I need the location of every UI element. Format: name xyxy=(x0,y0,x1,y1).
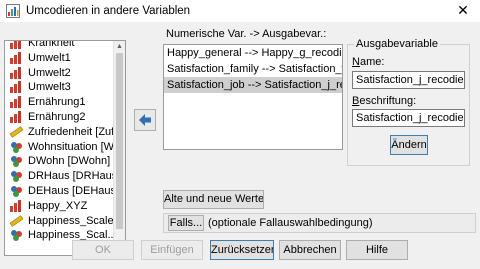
help-button[interactable]: Hilfe xyxy=(346,240,408,260)
scale-icon xyxy=(9,96,24,109)
label-label: Beschriftung: xyxy=(352,95,417,107)
variable-label: Umwelt2 xyxy=(28,66,71,79)
scale-icon xyxy=(9,41,24,49)
variable-list-item[interactable]: Krankheit xyxy=(5,40,114,51)
arrow-left-icon xyxy=(139,114,151,126)
scrollbar-thumb[interactable] xyxy=(116,53,123,229)
scale-icon xyxy=(9,51,24,64)
variable-list-item[interactable]: Happiness_Scale xyxy=(5,214,114,229)
window-title: Umcodieren in andere Variablen xyxy=(26,5,191,17)
ok-button[interactable]: OK xyxy=(72,240,134,260)
variable-list-scrollbar[interactable]: ▲ ▼ xyxy=(113,41,125,255)
variable-list-item[interactable]: DRHaus [DRHaus] xyxy=(5,169,114,184)
if-condition-group: Falls... (optionale Fallauswahlbedingung… xyxy=(163,213,476,233)
mapping-item[interactable]: Satisfaction_job --> Satisfaction_j_reco… xyxy=(164,77,342,93)
output-variable-group: Ausgabevariable Name: Satisfaction_j_rec… xyxy=(347,38,470,166)
output-variable-legend: Ausgabevariable xyxy=(354,38,440,50)
nominal-icon xyxy=(9,185,24,197)
variable-label: Krankheit xyxy=(28,40,75,49)
ruler-icon xyxy=(9,125,24,138)
reset-button[interactable]: Zurücksetzen xyxy=(210,240,274,260)
variable-label: DRHaus [DRHaus] xyxy=(28,170,114,183)
variable-label: Ernährung1 xyxy=(28,96,86,109)
variable-list-item[interactable]: Ernährung2 xyxy=(5,110,114,125)
variable-list-item[interactable]: Umwelt2 xyxy=(5,66,114,81)
nominal-icon xyxy=(9,155,24,168)
mapping-list-header: Numerische Var. -> Ausgabevar.: xyxy=(166,28,327,40)
nominal-icon xyxy=(9,229,24,242)
variable-label: Happiness_Scale xyxy=(28,214,114,227)
scroll-up-icon[interactable]: ▲ xyxy=(114,41,125,52)
variable-label: DEHaus [DEHaus] xyxy=(28,184,114,197)
label-label-rest: eschriftung: xyxy=(359,95,417,107)
paste-button[interactable]: Einfügen xyxy=(141,240,203,260)
cancel-button[interactable]: Abbrechen xyxy=(279,240,341,260)
variable-label: Zufriedenheit [Zuf... xyxy=(28,125,114,138)
name-label-rest: ame: xyxy=(359,56,385,68)
mapping-list[interactable]: Happy_general --> Happy_g_recodiert Sati… xyxy=(163,44,343,150)
move-variable-button[interactable] xyxy=(134,109,156,131)
name-field[interactable]: Satisfaction_j_recodiert xyxy=(352,71,465,89)
scale-icon xyxy=(9,199,24,212)
variable-list-items: Krankheit Umwelt1 Umwelt2 Umwelt3 Ernährung1… xyxy=(5,40,114,243)
variable-list[interactable]: Krankheit Umwelt1 Umwelt2 Umwelt3 Ernährung1… xyxy=(4,40,126,256)
variable-label: Umwelt1 xyxy=(28,51,71,64)
variable-list-item[interactable]: Happy_XYZ xyxy=(5,199,114,214)
variable-label: Wohnsituation [W... xyxy=(28,140,114,153)
variable-list-item[interactable]: Zufriedenheit [Zuf... xyxy=(5,125,114,140)
variable-list-item[interactable]: Umwelt1 xyxy=(5,51,114,66)
nominal-icon xyxy=(9,170,24,183)
nominal-icon xyxy=(9,141,24,153)
scale-icon xyxy=(9,110,24,123)
variable-label: Ernährung2 xyxy=(28,110,86,123)
mapping-item[interactable]: Happy_general --> Happy_g_recodiert xyxy=(164,45,342,61)
variable-label: DWohn [DWohn] xyxy=(28,155,111,168)
label-field[interactable]: Satisfaction_j_recodiert xyxy=(352,109,465,127)
variable-list-item[interactable]: DWohn [DWohn] xyxy=(5,154,114,169)
if-condition-note: (optionale Fallauswahlbedingung) xyxy=(208,217,373,229)
if-button[interactable]: Falls... xyxy=(168,215,204,231)
variable-label: Umwelt3 xyxy=(28,81,71,94)
title-bar: Umcodieren in andere Variablen ✕ xyxy=(0,0,480,22)
variable-list-item[interactable]: Ernährung1 xyxy=(5,95,114,110)
change-button[interactable]: Ändern xyxy=(390,135,428,155)
ruler-icon xyxy=(9,214,24,227)
old-new-values-button[interactable]: Alte und neue Werte... xyxy=(163,190,264,209)
scale-icon xyxy=(9,66,24,79)
dialog-body: Krankheit Umwelt1 Umwelt2 Umwelt3 Ernährung1… xyxy=(0,22,480,269)
spss-dialog-icon xyxy=(6,4,20,18)
name-label: Name: xyxy=(352,56,385,68)
variable-list-item[interactable]: Umwelt3 xyxy=(5,80,114,95)
close-icon[interactable]: ✕ xyxy=(454,2,472,19)
variable-list-item[interactable]: DEHaus [DEHaus] xyxy=(5,184,114,199)
variable-list-item[interactable]: Wohnsituation [W... xyxy=(5,140,114,155)
variable-label: Happy_XYZ xyxy=(28,199,88,212)
scale-icon xyxy=(9,81,24,94)
mapping-item[interactable]: Satisfaction_family --> Satisfaction_f_r… xyxy=(164,61,342,77)
